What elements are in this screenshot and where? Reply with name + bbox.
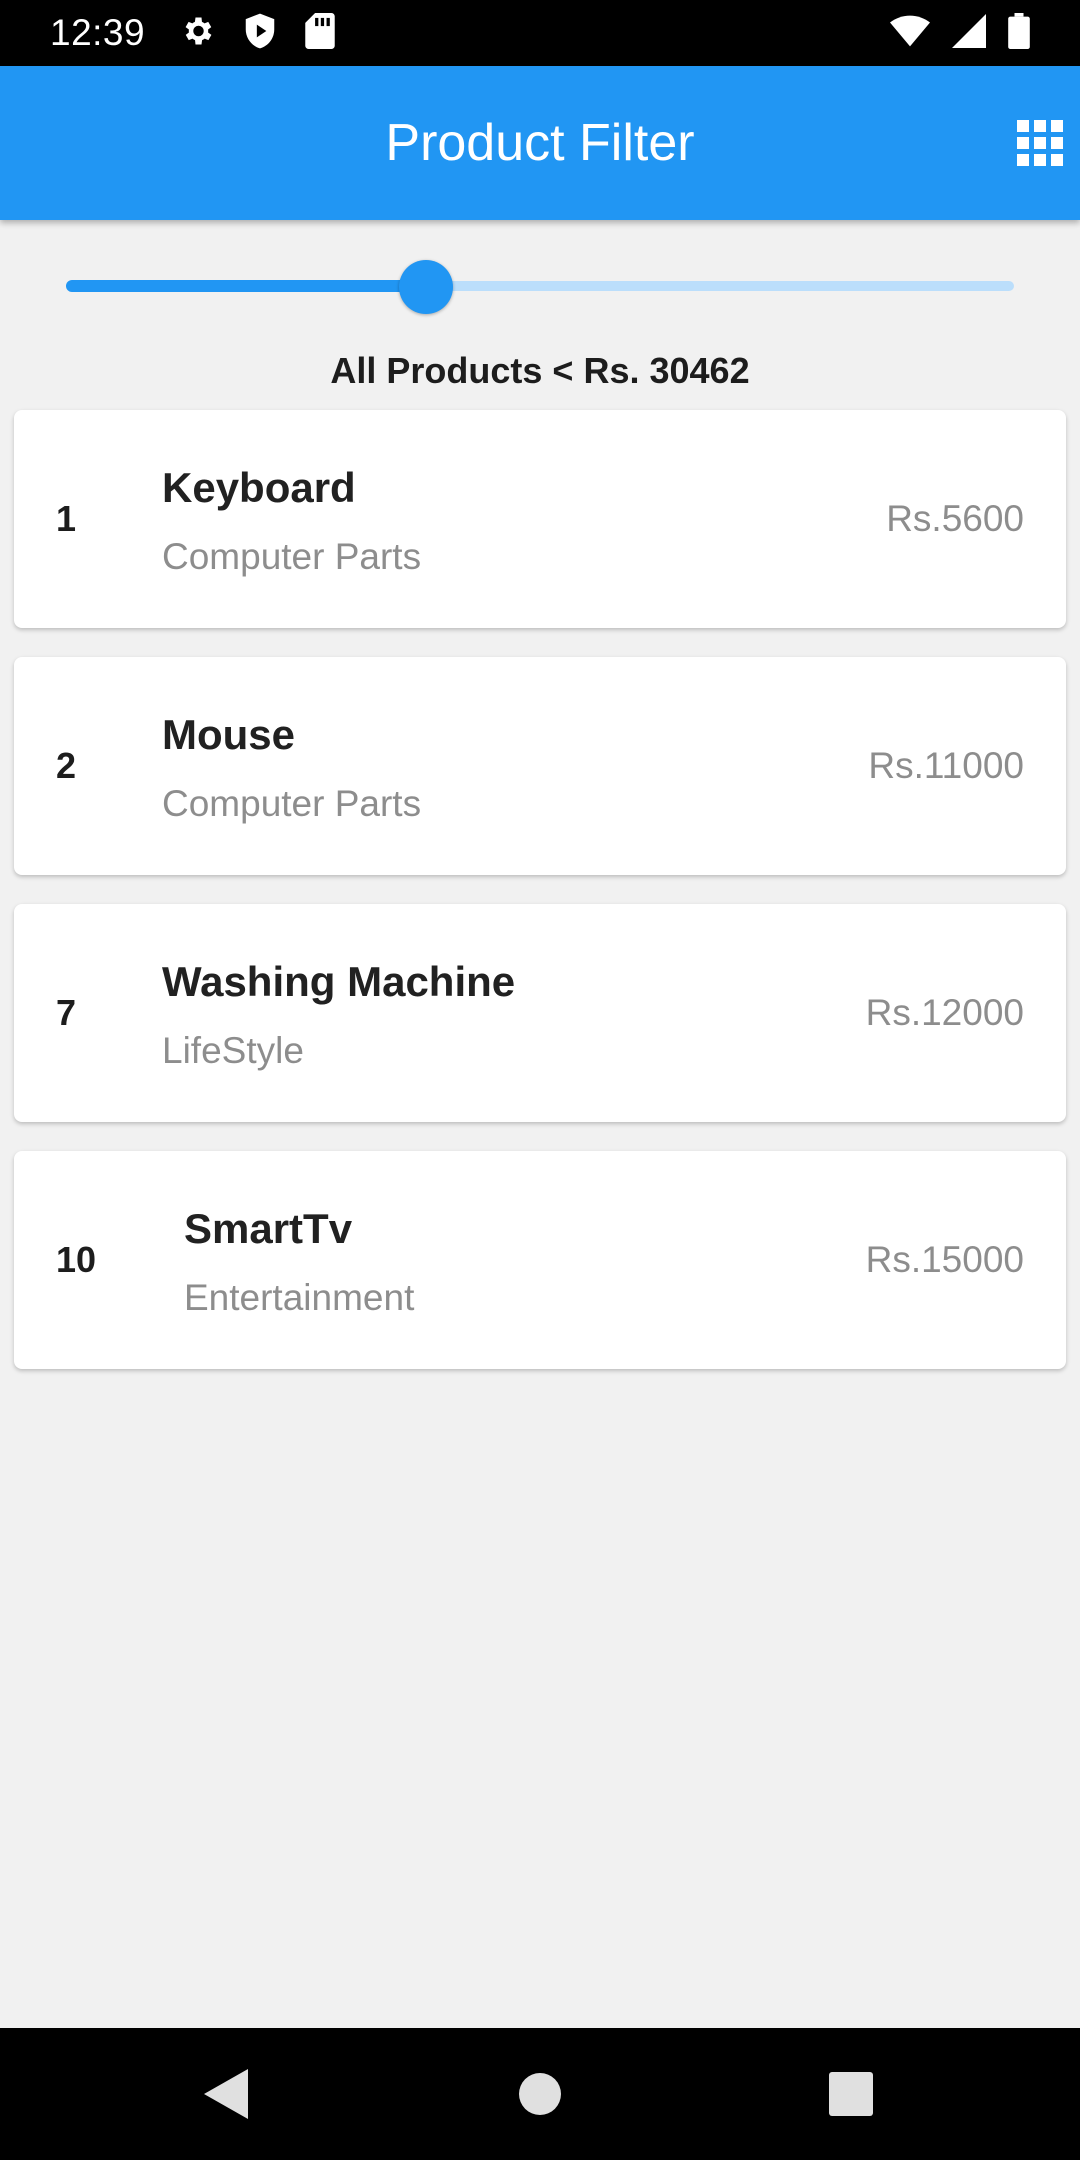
product-name: Washing Machine xyxy=(162,958,516,1005)
product-name: Keyboard xyxy=(162,464,356,511)
recents-icon xyxy=(829,2072,873,2116)
product-category: Computer Parts xyxy=(162,783,422,824)
product-category: Entertainment xyxy=(184,1277,415,1318)
recents-button[interactable] xyxy=(815,2058,887,2130)
product-info: SmartTv Entertainment xyxy=(184,1205,414,1319)
product-info: Keyboard Computer Parts xyxy=(162,464,421,578)
product-price: Rs.12000 xyxy=(865,992,1024,1033)
wifi-icon xyxy=(890,15,930,52)
play-shield-icon xyxy=(243,12,277,55)
cell-signal-icon xyxy=(952,13,986,53)
price-slider[interactable] xyxy=(66,260,1014,314)
slider-active-track xyxy=(66,280,427,292)
product-id: 1 xyxy=(56,498,77,539)
product-list: 1 Keyboard Computer Parts Rs.5600 2 Mous… xyxy=(14,410,1066,1398)
page-title: Product Filter xyxy=(385,114,695,172)
home-button[interactable] xyxy=(504,2058,576,2130)
sd-card-icon xyxy=(305,12,335,54)
product-id: 2 xyxy=(56,745,77,786)
grid-icon xyxy=(1017,120,1063,166)
list-item[interactable]: 7 Washing Machine LifeStyle Rs.12000 xyxy=(14,904,1066,1122)
list-item[interactable]: 10 SmartTv Entertainment Rs.15000 xyxy=(14,1151,1066,1369)
product-price: Rs.15000 xyxy=(865,1239,1024,1280)
app-bar: Product Filter xyxy=(0,66,1080,220)
screen: 12:39 Product Filter All Products < Rs. … xyxy=(0,0,1080,2160)
gear-icon xyxy=(179,13,215,54)
home-icon xyxy=(519,2073,561,2115)
status-right xyxy=(868,12,1030,54)
back-button[interactable] xyxy=(190,2058,262,2130)
product-name: SmartTv xyxy=(184,1205,353,1252)
status-left: 12:39 xyxy=(50,12,363,55)
status-bar: 12:39 xyxy=(0,0,1080,66)
product-id: 7 xyxy=(56,992,77,1033)
list-item[interactable]: 2 Mouse Computer Parts Rs.11000 xyxy=(14,657,1066,875)
product-price: Rs.5600 xyxy=(886,498,1024,539)
product-name: Mouse xyxy=(162,711,296,758)
product-category: Computer Parts xyxy=(162,536,422,577)
product-info: Mouse Computer Parts xyxy=(162,711,421,825)
product-info: Washing Machine LifeStyle xyxy=(162,958,515,1072)
product-id: 10 xyxy=(56,1239,97,1280)
product-price: Rs.11000 xyxy=(868,745,1024,786)
filter-label: All Products < Rs. 30462 xyxy=(330,350,750,391)
product-category: LifeStyle xyxy=(162,1030,304,1071)
battery-icon xyxy=(1008,12,1030,54)
status-time: 12:39 xyxy=(50,12,146,53)
grid-view-button[interactable] xyxy=(1010,113,1070,173)
back-icon xyxy=(204,2069,248,2119)
navigation-bar xyxy=(0,2028,1080,2160)
slider-thumb[interactable] xyxy=(399,260,454,314)
list-item[interactable]: 1 Keyboard Computer Parts Rs.5600 xyxy=(14,410,1066,628)
